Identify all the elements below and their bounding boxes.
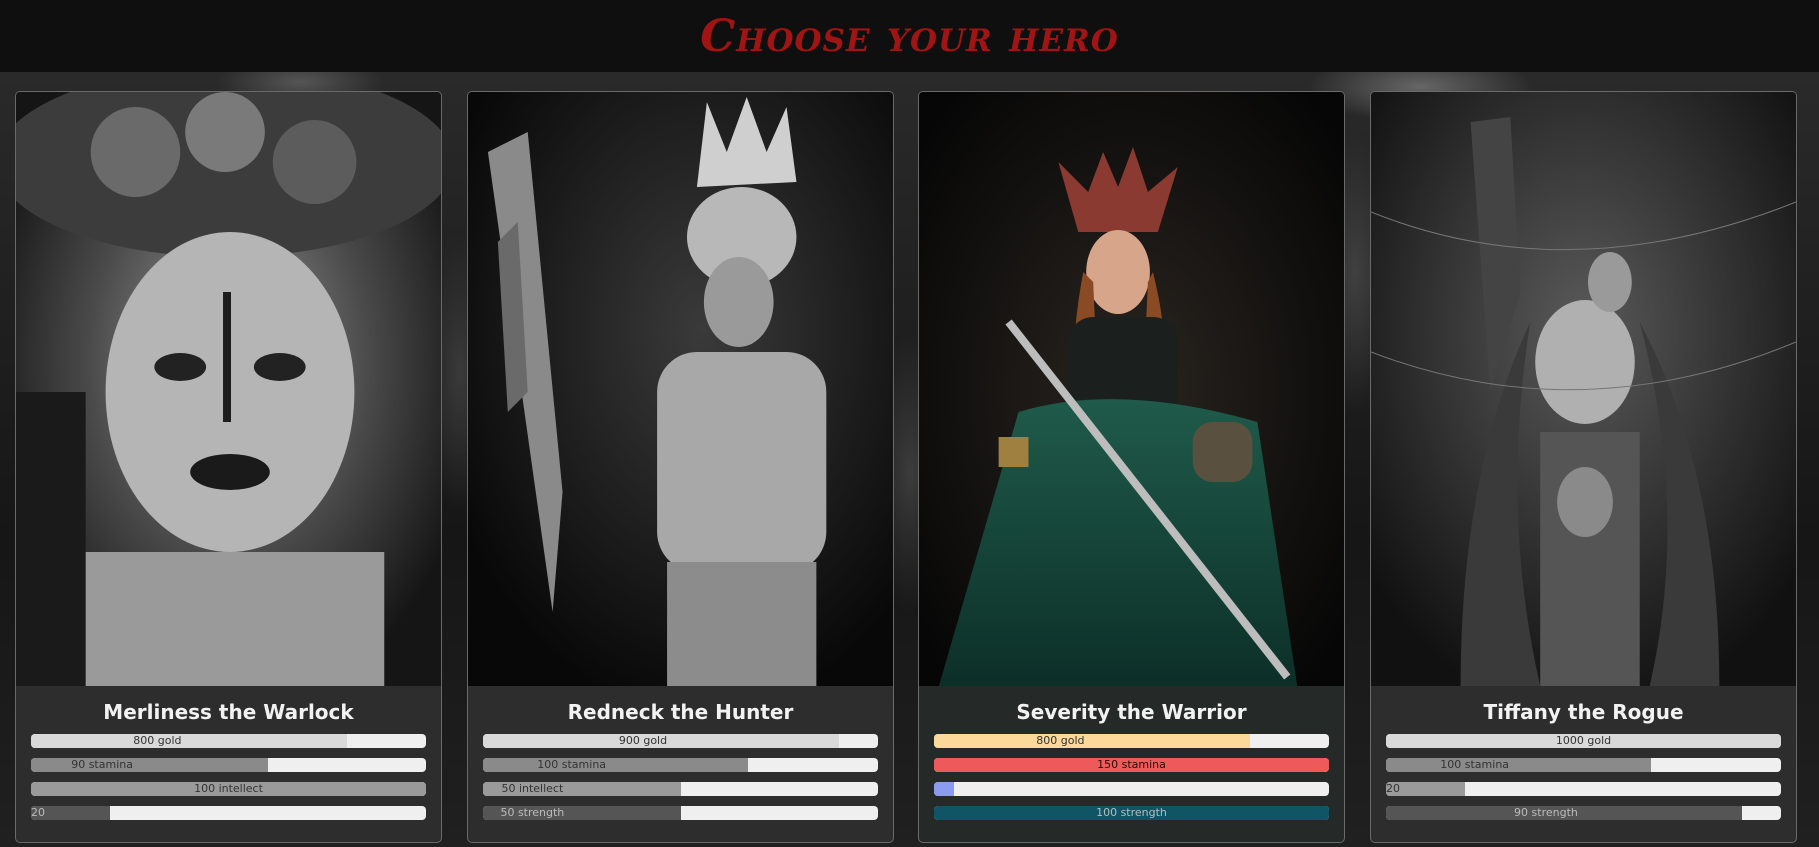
hero-portrait (16, 92, 441, 686)
stat-bar-fill: 800 gold (31, 734, 347, 748)
stat-bar-label: 1000 gold (1555, 734, 1612, 747)
stat-bar-strength: 100 strength (934, 806, 1329, 820)
stat-bar-label: 90 strength (1514, 806, 1578, 819)
stat-bar-label: 100 stamina (537, 758, 607, 771)
stat-bar-gold: 1000 gold (1386, 734, 1781, 748)
stat-bar-fill: 100 stamina (483, 758, 748, 772)
stat-bar-intellect: 20 intellect (1386, 782, 1781, 796)
stat-bar-fill: 100 strength (934, 806, 1329, 820)
hero-card-warlock[interactable]: Merliness the Warlock 800 gold 90 stamina… (15, 91, 442, 843)
stat-bar-label: 20 strength (31, 806, 47, 819)
hero-card-rogue[interactable]: Tiffany the Rogue 1000 gold 100 stamina 20… (1370, 91, 1797, 843)
stat-bar-stamina: 90 stamina (31, 758, 426, 772)
stat-bar-fill: 50 strength (483, 806, 681, 820)
hero-portrait (919, 92, 1344, 686)
stat-bar-gold: 800 gold (31, 734, 426, 748)
stat-bar-stamina: 150 stamina (934, 758, 1329, 772)
hero-cards: Merliness the Warlock 800 gold 90 stamina… (0, 91, 1819, 843)
stat-bars: 800 gold 150 stamina 5 intellect 100 streng… (934, 734, 1329, 820)
stat-bar-label: 50 intellect (501, 782, 564, 795)
stat-bars: 800 gold90 stamina 100 intellect 20 streng… (31, 734, 426, 820)
hero-info: Severity the Warrior 800 gold 150 stamina… (919, 686, 1344, 842)
stat-bar-fill: 50 intellect (483, 782, 681, 796)
stat-bar-label: 800 gold (133, 734, 182, 747)
stat-bar-label: 100 intellect (194, 782, 263, 795)
hero-info: Redneck the Hunter 900 gold 100 stamina 50… (468, 686, 893, 842)
hero-name: Redneck the Hunter (567, 700, 794, 724)
stat-bar-intellect: 100 intellect (31, 782, 426, 796)
stat-bar-label: 900 gold (618, 734, 668, 747)
stat-bar-strength: 90 strength (1386, 806, 1781, 820)
stat-bar-stamina: 100 stamina (1386, 758, 1781, 772)
stat-bar-fill: 100 intellect (31, 782, 426, 796)
stat-bar-fill: 90 stamina (31, 758, 268, 772)
stat-bar-fill: 100 stamina (1386, 758, 1651, 772)
stat-bar-fill: 900 gold (483, 734, 839, 748)
stat-bar-label: 5 intellect (934, 782, 935, 796)
stat-bar-label: 90 stamina (71, 758, 133, 771)
stat-bar-fill: 1000 gold (1386, 734, 1781, 748)
stat-bar-stamina: 100 stamina (483, 758, 878, 772)
stat-bar-label: 100 strength (1096, 806, 1167, 819)
stat-bar-gold: 800 gold (934, 734, 1329, 748)
stat-bar-label: 100 stamina (1440, 758, 1510, 771)
stat-bar-fill: 20 strength (31, 806, 110, 820)
stat-bar-fill: 150 stamina (934, 758, 1329, 772)
stat-bars: 1000 gold 100 stamina 20 intellect 90 stren… (1386, 734, 1781, 820)
hero-name: Severity the Warrior (1016, 700, 1247, 724)
stat-bar-label: 150 stamina (1097, 758, 1166, 771)
stat-bar-intellect: 50 intellect (483, 782, 878, 796)
stat-bar-fill: 800 gold (934, 734, 1250, 748)
hero-portrait (468, 92, 893, 686)
page-header: Choose your hero (0, 0, 1819, 72)
hero-info: Tiffany the Rogue 1000 gold 100 stamina 20… (1371, 686, 1796, 842)
hero-card-warrior[interactable]: Severity the Warrior 800 gold 150 stamina… (918, 91, 1345, 843)
stat-bar-label: 50 strength (500, 806, 565, 819)
hero-portrait (1371, 92, 1796, 686)
stat-bars: 900 gold 100 stamina 50 intellect 50 streng… (483, 734, 878, 820)
stat-bar-fill: 90 strength (1386, 806, 1742, 820)
hero-name: Tiffany the Rogue (1483, 700, 1684, 724)
stat-bar-gold: 900 gold (483, 734, 878, 748)
page-title: Choose your hero (700, 10, 1119, 62)
hero-info: Merliness the Warlock 800 gold 90 stamina… (16, 686, 441, 842)
hero-name: Merliness the Warlock (103, 700, 354, 724)
hero-card-hunter[interactable]: Redneck the Hunter 900 gold 100 stamina 50… (467, 91, 894, 843)
stat-bar-label: 20 intellect (1386, 782, 1402, 795)
stat-bar-strength: 50 strength (483, 806, 878, 820)
stat-bar-intellect: 5 intellect (934, 782, 1329, 796)
stat-bar-strength: 20 strength (31, 806, 426, 820)
stat-bar-label: 800 gold (1036, 734, 1085, 747)
stat-bar-fill: 5 intellect (934, 782, 954, 796)
stat-bar-fill: 20 intellect (1386, 782, 1465, 796)
